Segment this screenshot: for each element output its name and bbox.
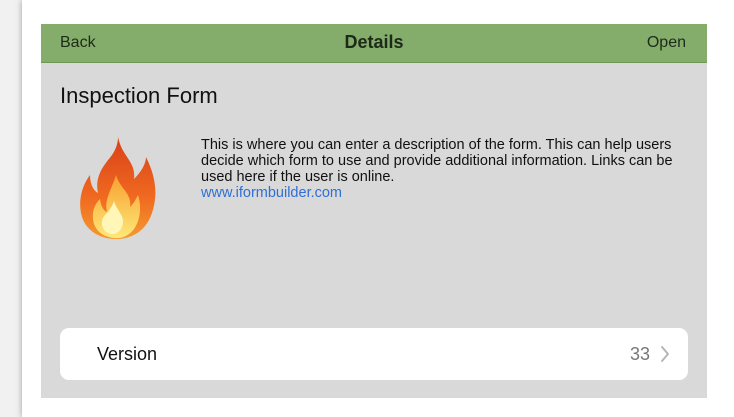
page-title: Details xyxy=(344,32,404,52)
navigation-bar: Back Details Open xyxy=(41,24,707,63)
fire-icon xyxy=(80,137,156,239)
form-description: This is where you can enter a descriptio… xyxy=(201,137,691,201)
version-label: Version xyxy=(97,344,158,364)
version-value: 33 xyxy=(629,344,650,364)
version-row[interactable]: Version 33 xyxy=(60,328,688,380)
details-content: Inspection Form This is where you can en… xyxy=(41,63,707,398)
chevron-right-icon xyxy=(661,346,669,362)
website-link[interactable]: www.iformbuilder.com xyxy=(201,185,691,201)
description-text: This is where you can enter a descriptio… xyxy=(201,137,673,185)
form-title: Inspection Form xyxy=(60,83,218,108)
open-button[interactable]: Open xyxy=(647,34,686,52)
